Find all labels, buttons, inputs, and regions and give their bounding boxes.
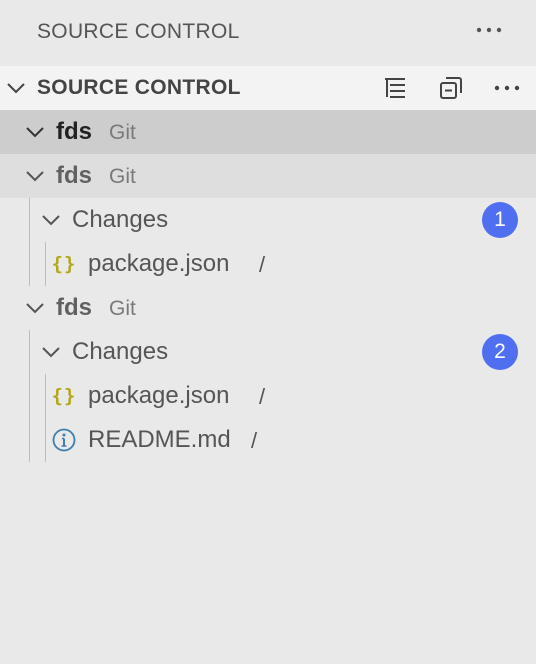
repository-row[interactable]: fds Git [0,286,536,330]
file-path: / [259,384,266,409]
view-title: SOURCE CONTROL [37,20,240,43]
chevron-down-icon [26,171,44,182]
changes-group-row[interactable]: Changes 2 [0,330,536,374]
collapse-all-icon [440,77,462,99]
chevron-down-icon [7,83,25,94]
list-tree-icon [385,78,405,98]
view-as-tree-button[interactable] [374,74,416,102]
more-actions-button[interactable] [486,74,528,102]
changes-group-label: Changes [72,206,169,233]
chevron-down-icon [42,215,60,226]
changes-count-badge: 1 [482,202,518,238]
changes-group-label: Changes [72,338,169,365]
file-row[interactable]: README.md / [0,418,536,462]
repository-kind: Git [109,165,136,188]
section-actions [374,74,528,102]
repository-kind: Git [109,297,136,320]
repository-row[interactable]: fds Git [0,110,536,154]
info-icon [50,426,78,454]
chevron-down-icon [26,303,44,314]
file-row[interactable]: {} package.json / [0,242,536,286]
changes-count-badge: 2 [482,334,518,370]
file-name: package.json [88,382,230,409]
repository-name: fds [56,118,92,145]
repository-row[interactable]: fds Git [0,154,536,198]
changes-group-row[interactable]: Changes 1 [0,198,536,242]
json-icon: {} [51,253,77,275]
view-more-button[interactable] [474,18,504,42]
section-title: SOURCE CONTROL [37,76,241,99]
view-header: SOURCE CONTROL [0,0,536,66]
ellipsis-icon [476,27,502,33]
file-name: README.md [88,426,231,453]
section-header[interactable]: SOURCE CONTROL [0,66,536,110]
file-path: / [251,428,258,453]
collapse-all-button[interactable] [430,74,472,102]
file-name: package.json [88,250,230,277]
chevron-down-icon [26,127,44,138]
source-control-panel: SOURCE CONTROL SOURCE CONTROL fds Git fd… [0,0,536,664]
repository-name: fds [56,294,92,321]
ellipsis-icon [494,85,520,91]
repository-name: fds [56,162,92,189]
file-path: / [259,252,266,277]
file-row[interactable]: {} package.json / [0,374,536,418]
chevron-down-icon [42,347,60,358]
json-icon: {} [51,385,77,407]
repository-kind: Git [109,121,136,144]
